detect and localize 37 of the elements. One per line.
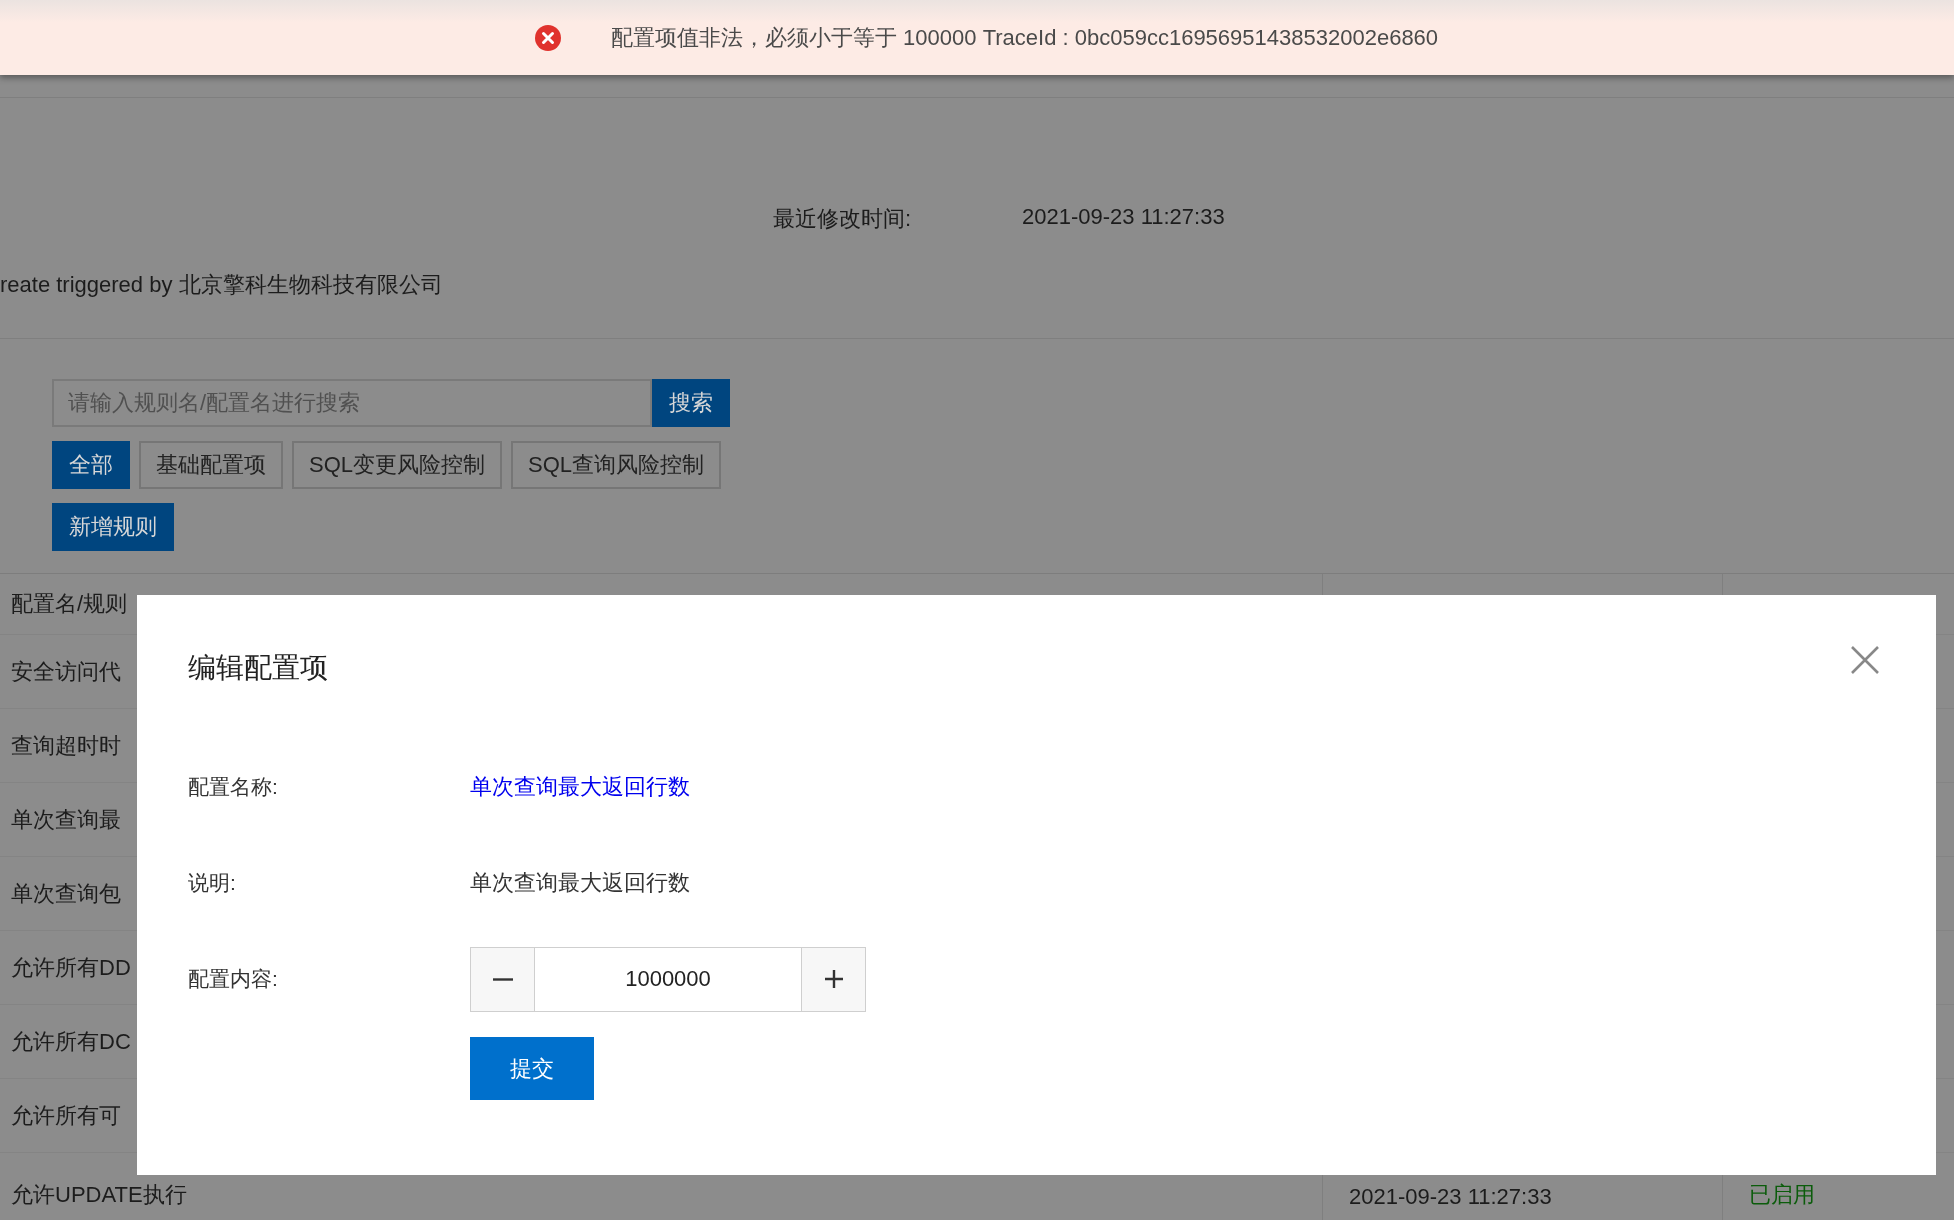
table-cell-text: 查询超时时 [11, 731, 121, 760]
plus-icon [823, 969, 844, 989]
close-button[interactable] [1850, 645, 1880, 675]
decrement-button[interactable] [471, 947, 534, 1011]
field-label: 配置内容: [188, 966, 279, 992]
toast-message: 配置项值非法，必须小于等于 100000 TraceId : 0bc059cc16956951438532002e6860 [611, 23, 1439, 52]
table-cell-text: 单次查询最 [11, 805, 121, 834]
table-cell-text: 安全访问代 [11, 657, 121, 686]
add-rule-button[interactable]: 新增规则 [52, 503, 174, 551]
search-button[interactable]: 搜索 [652, 379, 730, 427]
field-label: 配置名称: [188, 774, 279, 800]
filter-tab[interactable]: SQL变更风险控制 [292, 441, 503, 489]
modified-label: 最近修改时间: [773, 205, 913, 233]
table-cell-text: 单次查询包 [11, 879, 121, 908]
table-cell-text: 允许所有DC [11, 1027, 131, 1056]
dialog-title: 编辑配置项 [188, 651, 328, 685]
description-text: reate triggered by 北京擎科生物科技有限公司 [0, 271, 444, 299]
modified-time: 2021-09-23 11:27:33 [1022, 204, 1225, 231]
close-icon [1850, 645, 1880, 675]
table-cell-text: 允许UPDATE执行 [11, 1181, 187, 1209]
error-icon [535, 24, 561, 51]
config-name-link[interactable]: 单次查询最大返回行数 [470, 772, 690, 802]
table-cell-text: 允许所有可 [11, 1101, 121, 1130]
filter-tab[interactable]: 基础配置项 [139, 441, 283, 489]
search-field[interactable]: 请输入规则名/配置名进行搜索 [52, 379, 652, 427]
field-label: 说明: [188, 870, 237, 896]
table-cell: 2021-09-23 11:27:33 [1349, 1184, 1552, 1210]
table-cell-text: 允许所有DD [11, 953, 131, 982]
description-value: 单次查询最大返回行数 [470, 869, 690, 897]
submit-button[interactable]: 提交 [470, 1037, 594, 1100]
number-field[interactable]: 1000000 [470, 946, 866, 1012]
increment-button[interactable] [802, 947, 865, 1011]
filter-tab[interactable]: SQL查询风险控制 [511, 441, 722, 489]
column-header: 配置名/规则 [11, 590, 128, 618]
minus-icon [492, 977, 513, 981]
filter-tab[interactable]: 全部 [52, 441, 130, 489]
status-text: 已启用 [1749, 1181, 1815, 1209]
